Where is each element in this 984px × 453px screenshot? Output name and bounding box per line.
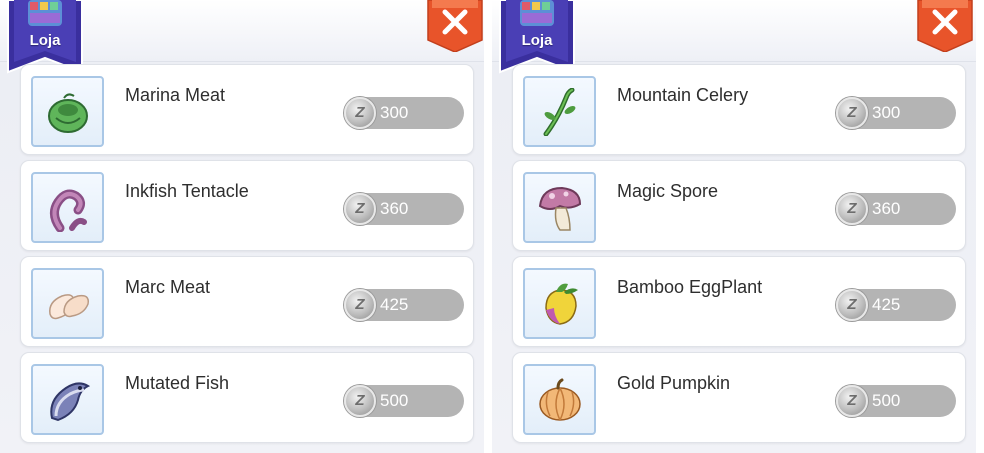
item-name: Mutated Fish — [125, 373, 230, 393]
coin-symbol: Z — [847, 200, 857, 217]
zeny-coin-icon: Z — [344, 289, 376, 321]
item-name: Bamboo EggPlant — [617, 277, 763, 297]
item-icon-frame — [523, 364, 596, 435]
list-item[interactable]: Inkfish Tentacle Z 360 — [20, 160, 474, 251]
list-item[interactable]: Marina Meat Z 300 — [20, 64, 474, 155]
tentacle-icon — [50, 189, 87, 232]
list-item[interactable]: Bamboo EggPlant Z 425 — [512, 256, 966, 347]
shop-banner: Loja — [498, 0, 576, 74]
buy-price-button[interactable]: Z 425 — [344, 289, 464, 321]
price-value: 300 — [380, 103, 409, 122]
buy-price-button[interactable]: Z 425 — [836, 289, 956, 321]
item-icon-frame — [523, 268, 596, 339]
celery-icon — [543, 88, 576, 136]
buy-price-button[interactable]: Z 360 — [344, 193, 464, 225]
item-name: Inkfish Tentacle — [125, 181, 249, 201]
price-value: 360 — [872, 199, 901, 218]
coin-symbol: Z — [847, 296, 857, 313]
list-item[interactable]: Magic Spore Z 360 — [512, 160, 966, 251]
item-icon-frame — [31, 172, 104, 243]
list-item[interactable]: Mountain Celery Z 300 — [512, 64, 966, 155]
item-name: Mountain Celery — [617, 85, 749, 105]
zeny-coin-icon: Z — [344, 385, 376, 417]
item-icon-frame — [523, 76, 596, 147]
price-value: 500 — [872, 391, 901, 410]
shop-panel-right: Loja Mountain Celery Z 300 Magic Spore Z… — [492, 0, 976, 453]
coin-symbol: Z — [847, 392, 857, 409]
zeny-coin-icon: Z — [344, 193, 376, 225]
close-button[interactable] — [916, 0, 974, 52]
list-item[interactable]: Marc Meat Z 425 — [20, 256, 474, 347]
coin-symbol: Z — [847, 104, 857, 121]
buy-price-button[interactable]: Z 500 — [344, 385, 464, 417]
close-icon — [427, 0, 483, 52]
price-value: 425 — [872, 295, 901, 314]
buy-price-button[interactable]: Z 500 — [836, 385, 956, 417]
shop-banner: Loja — [6, 0, 84, 74]
close-button[interactable] — [426, 0, 484, 52]
zeny-coin-icon: Z — [836, 97, 868, 129]
item-name: Gold Pumpkin — [617, 373, 731, 393]
item-list: Marina Meat Z 300 Inkfish Tentacle Z 360 — [20, 64, 474, 448]
coin-symbol: Z — [355, 296, 365, 313]
zeny-coin-icon: Z — [836, 385, 868, 417]
pumpkin-icon — [539, 378, 581, 421]
shop-panel-left: Loja Marina Meat Z 300 Inkfish Tentacle … — [0, 0, 484, 453]
cabbage-meat-icon — [48, 93, 88, 133]
fish-icon — [50, 382, 91, 422]
price-value: 500 — [380, 391, 409, 410]
price-value: 300 — [872, 103, 901, 122]
mushroom-icon — [538, 186, 582, 231]
eggplant-icon — [545, 283, 578, 325]
coin-symbol: Z — [355, 104, 365, 121]
close-icon — [917, 0, 973, 52]
zeny-coin-icon: Z — [344, 97, 376, 129]
buy-price-button[interactable]: Z 360 — [836, 193, 956, 225]
price-value: 425 — [380, 295, 409, 314]
coin-symbol: Z — [355, 200, 365, 217]
item-name: Marina Meat — [125, 85, 226, 105]
item-icon-frame — [523, 172, 596, 243]
shop-label: Loja — [521, 32, 553, 49]
zeny-coin-icon: Z — [836, 193, 868, 225]
item-list: Mountain Celery Z 300 Magic Spore Z 360 — [512, 64, 966, 448]
buy-price-button[interactable]: Z 300 — [836, 97, 956, 129]
item-name: Marc Meat — [125, 277, 211, 297]
item-icon-frame — [31, 364, 104, 435]
coin-symbol: Z — [355, 392, 365, 409]
buy-price-button[interactable]: Z 300 — [344, 97, 464, 129]
zeny-coin-icon: Z — [836, 289, 868, 321]
shop-label: Loja — [29, 32, 61, 49]
item-name: Magic Spore — [617, 181, 719, 201]
list-item[interactable]: Mutated Fish Z 500 — [20, 352, 474, 443]
price-value: 360 — [380, 199, 409, 218]
item-icon-frame — [31, 268, 104, 339]
item-icon-frame — [31, 76, 104, 147]
list-item[interactable]: Gold Pumpkin Z 500 — [512, 352, 966, 443]
meat-slices-icon — [49, 294, 90, 320]
